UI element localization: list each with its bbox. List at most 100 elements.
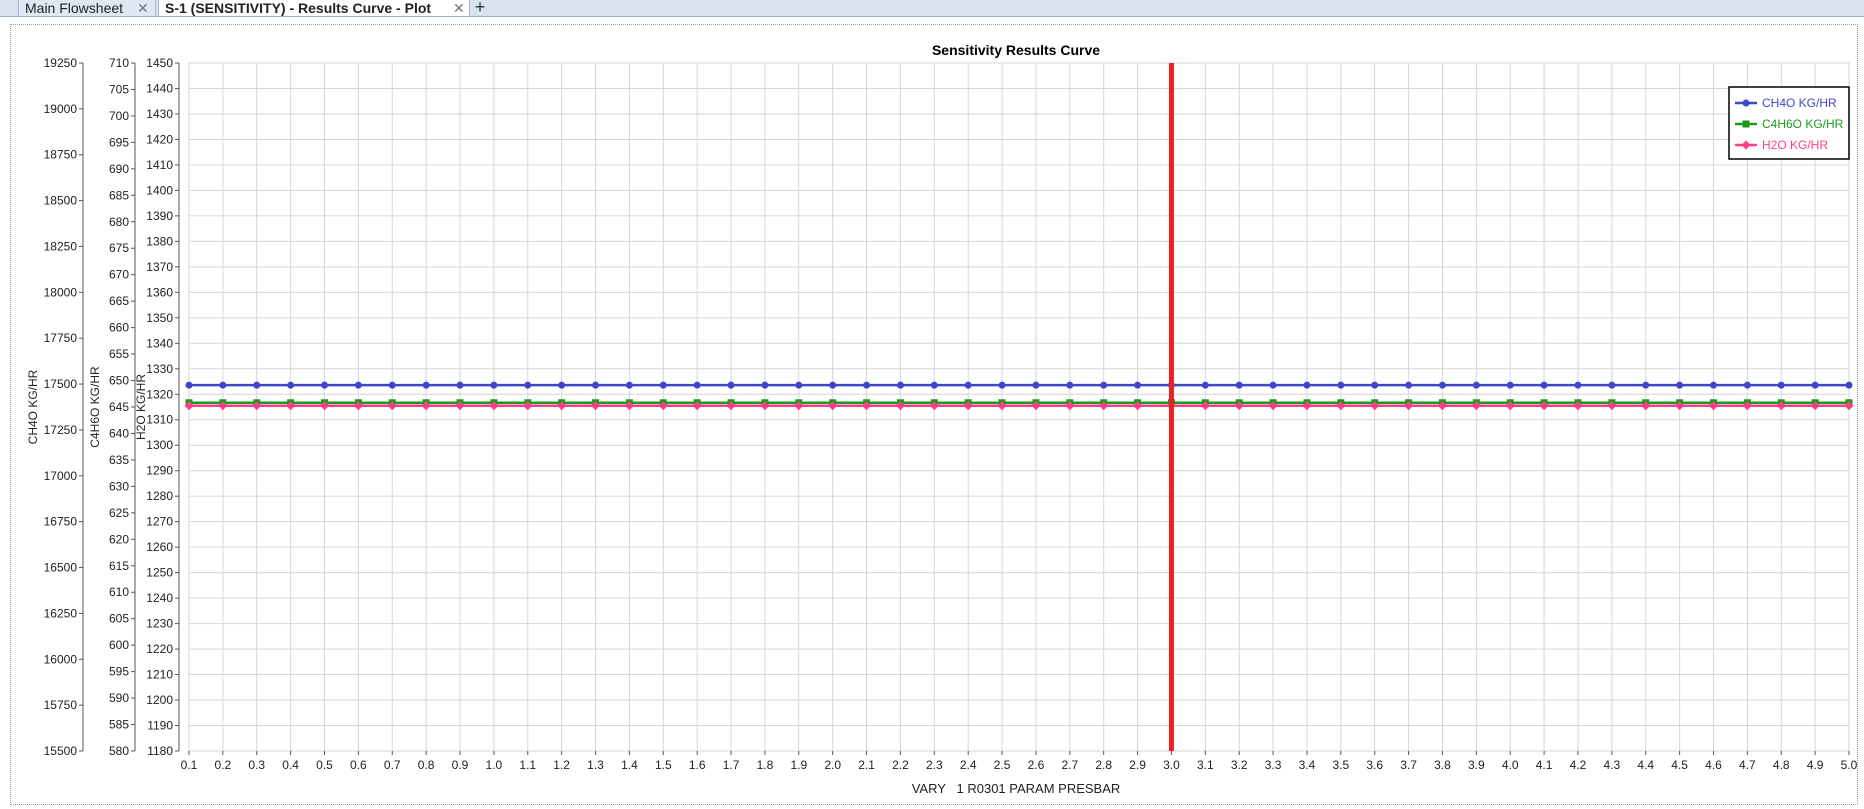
y-tick-label: 1320 [146, 387, 173, 401]
tab-main-flowsheet[interactable]: Main Flowsheet ✕ [18, 0, 156, 16]
data-point [761, 381, 769, 389]
tab-results-curve-plot-label: S-1 (SENSITIVITY) - Results Curve - Plot [165, 0, 432, 16]
data-point [659, 381, 667, 389]
x-tick-label: 4.1 [1536, 758, 1553, 772]
y-tick-label: 1370 [146, 260, 173, 274]
y-tick-label: 17000 [44, 469, 78, 483]
y-tick-label: 645 [109, 400, 129, 414]
tab-results-curve-plot[interactable]: S-1 (SENSITIVITY) - Results Curve - Plot… [158, 0, 470, 16]
x-tick-label: 0.9 [452, 758, 469, 772]
data-point [1438, 381, 1446, 389]
y-tick-label: 615 [109, 559, 129, 573]
data-point [693, 381, 701, 389]
x-tick-label: 1.3 [587, 758, 604, 772]
y-tick-label: 1420 [146, 132, 173, 146]
x-tick-label: 4.3 [1604, 758, 1621, 772]
series-1 [185, 381, 1853, 389]
x-tick-label: 2.3 [926, 758, 943, 772]
y-tick-label: 1250 [146, 566, 173, 580]
data-point [1100, 381, 1108, 389]
y-tick-label: 1330 [146, 362, 173, 376]
y-tick-label: 620 [109, 532, 129, 546]
y-tick-label: 1390 [146, 209, 173, 223]
data-point [727, 381, 735, 389]
x-tick-label: 4.5 [1671, 758, 1688, 772]
x-tick-label: 3.2 [1231, 758, 1248, 772]
x-tick-label: 1.6 [689, 758, 706, 772]
data-point [1777, 381, 1785, 389]
y-tick-label: 17750 [44, 331, 78, 345]
data-point [1201, 381, 1209, 389]
data-point [1303, 381, 1311, 389]
data-point [1811, 381, 1819, 389]
y-tick-label: 19000 [44, 102, 78, 116]
y-tick-label: 1280 [146, 489, 173, 503]
data-point [1608, 381, 1616, 389]
chart-grid [188, 62, 1850, 752]
data-point [625, 381, 633, 389]
data-point [1337, 381, 1345, 389]
plot-panel: Sensitivity Results Curve 0.1 0.2 0.3 0.4 0.… [10, 24, 1858, 805]
y-tick-label: 15750 [44, 698, 78, 712]
x-tick-label: 4.0 [1502, 758, 1519, 772]
chart-title: Sensitivity Results Curve [932, 42, 1100, 58]
x-tick-label: 2.4 [960, 758, 977, 772]
x-tick-label: 3.9 [1468, 758, 1485, 772]
y-axis-3: 1180 1190 1200 1210 1220 1230 1240 1250 1260 1270… [134, 56, 180, 758]
data-point [490, 381, 498, 389]
y-tick-label: 1290 [146, 464, 173, 478]
data-point [998, 381, 1006, 389]
x-tick-label: 1.2 [553, 758, 570, 772]
y-tick-label: 1270 [146, 515, 173, 529]
legend-swatch-marker [1742, 120, 1750, 128]
data-point [321, 381, 329, 389]
data-point [456, 381, 464, 389]
x-tick-label: 3.1 [1197, 758, 1214, 772]
add-tab-icon[interactable]: + [470, 0, 490, 16]
x-tick-label: 0.6 [350, 758, 367, 772]
close-icon[interactable]: ✕ [453, 0, 465, 16]
data-point [287, 381, 295, 389]
y-tick-label: 1300 [146, 438, 173, 452]
y-tick-label: 1230 [146, 617, 173, 631]
data-point [1269, 381, 1277, 389]
y-tick-label: 655 [109, 347, 129, 361]
data-point [1032, 381, 1040, 389]
chart-series [184, 381, 1854, 411]
x-tick-label: 0.5 [316, 758, 333, 772]
data-point [354, 381, 362, 389]
y-tick-label: 1240 [146, 591, 173, 605]
y-tick-label: 590 [109, 691, 129, 705]
x-tick-label: 1.5 [655, 758, 672, 772]
y-tick-label: 710 [109, 56, 129, 70]
y-axis-title: CH4O KG/HR [26, 369, 40, 444]
y-tick-label: 605 [109, 612, 129, 626]
y-axis-title: C4H6O KG/HR [88, 366, 102, 448]
y-tick-label: 1400 [146, 183, 173, 197]
data-point [388, 381, 396, 389]
y-tick-label: 1440 [146, 81, 173, 95]
y-tick-label: 675 [109, 241, 129, 255]
plot-area-border [188, 62, 1850, 752]
legend-swatch-marker [1742, 99, 1750, 107]
x-tick-label: 0.3 [248, 758, 265, 772]
x-tick-label: 3.6 [1366, 758, 1383, 772]
y-tick-label: 1200 [146, 693, 173, 707]
data-point [524, 381, 532, 389]
x-tick-label: 1.9 [790, 758, 807, 772]
x-tick-label: 1.1 [519, 758, 536, 772]
y-tick-label: 18250 [44, 239, 78, 253]
x-tick-label: 1.7 [723, 758, 740, 772]
y-tick-label: 15500 [44, 744, 78, 758]
y-tick-label: 16500 [44, 561, 78, 575]
y-tick-label: 17500 [44, 377, 78, 391]
y-tick-label: 16750 [44, 515, 78, 529]
x-tick-label: 1.4 [621, 758, 638, 772]
x-tick-label: 3.8 [1434, 758, 1451, 772]
x-axis-label: VARY 1 R0301 PARAM PRESBAR [912, 781, 1121, 796]
data-point [185, 381, 193, 389]
data-point [1472, 381, 1480, 389]
close-icon[interactable]: ✕ [137, 0, 149, 16]
y-axis-title: H2O KG/HR [134, 374, 148, 440]
data-point [1066, 381, 1074, 389]
